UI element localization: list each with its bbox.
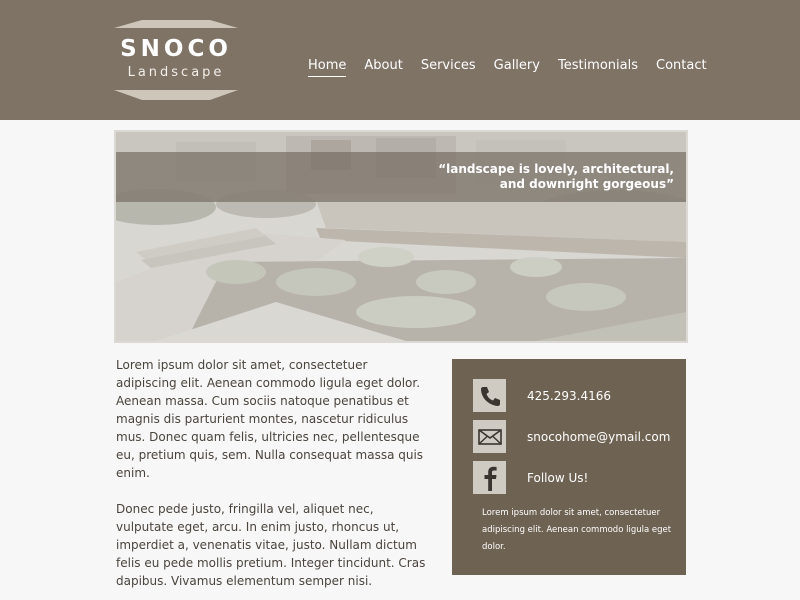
brand-title: SNOCO <box>120 36 232 62</box>
phone-icon <box>473 379 506 412</box>
contact-phone-row[interactable]: 425.293.4166 <box>473 379 611 412</box>
quote-band: “landscape is lovely, architectural, and… <box>116 152 686 202</box>
facebook-icon <box>473 461 506 494</box>
contact-phone[interactable]: 425.293.4166 <box>527 389 611 403</box>
hero-quote-line2: and downright gorgeous” <box>499 177 674 191</box>
hero-quote-line1: “landscape is lovely, architectural, <box>438 162 674 176</box>
contact-social-row[interactable]: Follow Us! <box>473 461 588 494</box>
nav-gallery[interactable]: Gallery <box>494 58 540 76</box>
contact-email[interactable]: snocohome@ymail.com <box>527 430 670 444</box>
contact-box: 425.293.4166 snocohome@ymail.com Follow … <box>452 359 686 575</box>
contact-social[interactable]: Follow Us! <box>527 471 588 485</box>
intro-text: Lorem ipsum dolor sit amet, consectetuer… <box>116 356 426 600</box>
envelope-icon <box>473 420 506 453</box>
hero-banner: “landscape is lovely, architectural, and… <box>114 130 688 343</box>
hero-quote: “landscape is lovely, architectural, and… <box>414 162 674 192</box>
contact-email-row[interactable]: snocohome@ymail.com <box>473 420 670 453</box>
site-header: SNOCO Landscape Home About Services Gall… <box>0 0 800 120</box>
nav-home[interactable]: Home <box>308 58 347 77</box>
intro-paragraph-2: Donec pede justo, fringilla vel, aliquet… <box>116 502 426 588</box>
brand-subtitle: Landscape <box>127 65 225 80</box>
contact-note: Lorem ipsum dolor sit amet, consectetuer… <box>482 508 672 552</box>
nav-contact[interactable]: Contact <box>656 58 707 76</box>
main-nav: Home About Services Gallery Testimonials… <box>300 58 716 78</box>
nav-services[interactable]: Services <box>421 58 476 76</box>
nav-about[interactable]: About <box>364 58 402 76</box>
intro-paragraph-1: Lorem ipsum dolor sit amet, consectetuer… <box>116 358 424 480</box>
nav-testimonials[interactable]: Testimonials <box>558 58 638 76</box>
logo[interactable]: SNOCO Landscape <box>114 20 238 102</box>
